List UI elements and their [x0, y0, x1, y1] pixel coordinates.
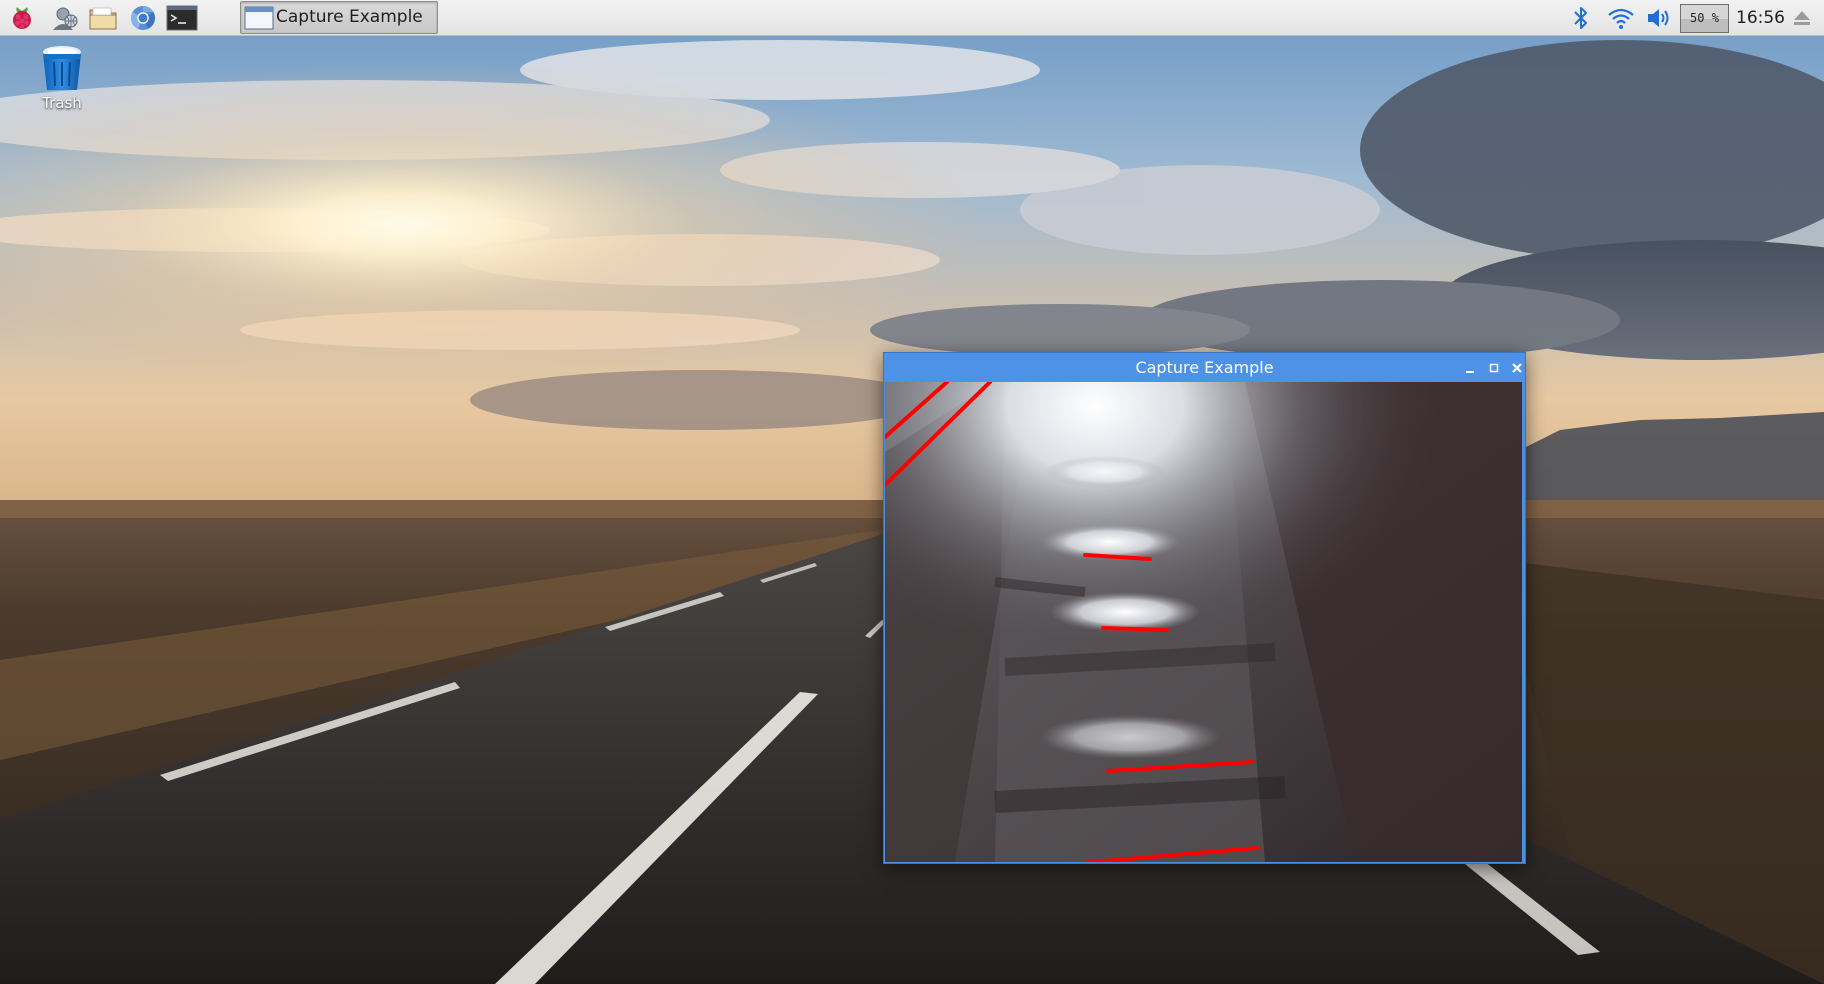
top-panel: Capture Example 50 % 16:56	[0, 0, 1824, 36]
wifi-icon	[1608, 8, 1634, 29]
window-icon	[244, 6, 274, 30]
maximize-button[interactable]	[1484, 358, 1504, 378]
taskbar-window-capture-example[interactable]: Capture Example	[240, 1, 438, 34]
trash-label: Trash	[42, 94, 82, 112]
launcher-file-manager[interactable]	[87, 2, 119, 34]
bluetooth-tray-button[interactable]	[1568, 2, 1594, 34]
raspberry-icon	[13, 7, 31, 29]
clock[interactable]: 16:56	[1736, 0, 1785, 36]
cpu-usage-monitor[interactable]: 50 %	[1680, 4, 1729, 33]
terminal-icon	[166, 5, 198, 31]
eject-button[interactable]	[1790, 6, 1814, 30]
user-globe-icon	[53, 7, 78, 30]
volume-icon	[1648, 9, 1669, 27]
detected-line	[1101, 626, 1169, 632]
launcher-chromium[interactable]	[127, 2, 159, 34]
window-title-bar[interactable]: Capture Example	[884, 353, 1525, 382]
cpu-usage-text: 50 %	[1690, 11, 1719, 25]
bluetooth-icon	[1574, 7, 1587, 29]
minimize-icon	[1466, 371, 1474, 373]
trash-bin-icon	[43, 46, 81, 90]
camera-frame-view	[885, 382, 1522, 862]
maximize-icon	[1489, 363, 1499, 373]
window-title: Capture Example	[1135, 358, 1274, 377]
minimize-button[interactable]	[1460, 358, 1480, 378]
folder-icon	[89, 7, 117, 30]
desktop-icon-trash[interactable]: Trash	[24, 44, 100, 120]
close-icon	[1512, 363, 1522, 373]
wifi-tray-button[interactable]	[1604, 2, 1638, 34]
menu-button[interactable]	[6, 2, 38, 34]
chromium-icon	[131, 5, 155, 30]
close-button[interactable]	[1507, 358, 1527, 378]
taskbar-window-label: Capture Example	[276, 7, 423, 27]
launcher-web-user[interactable]	[48, 2, 80, 34]
desktop[interactable]: Trash Capture Example 50 % 16:56 Capture…	[0, 0, 1824, 984]
volume-tray-button[interactable]	[1644, 2, 1674, 34]
eject-icon	[1794, 11, 1810, 25]
capture-example-window[interactable]: Capture Example	[883, 352, 1526, 864]
launcher-terminal[interactable]	[166, 2, 198, 34]
